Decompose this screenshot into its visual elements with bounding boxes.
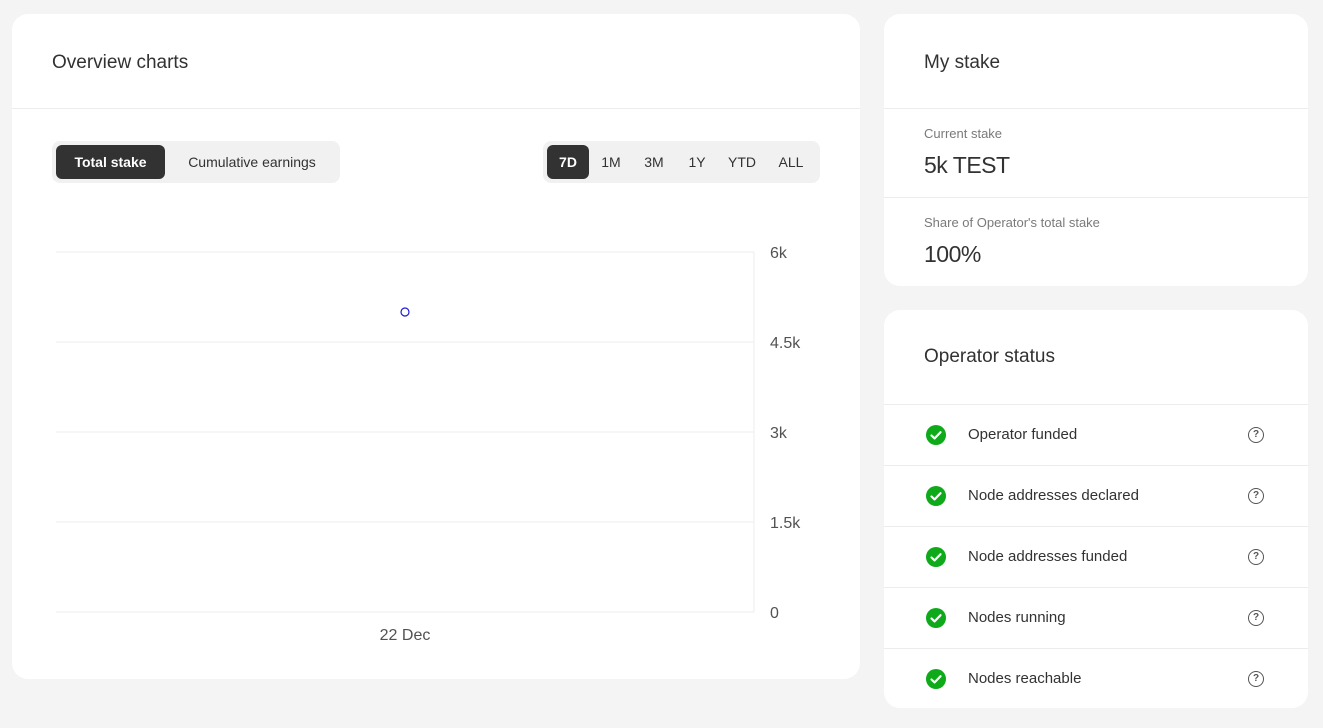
status-row: Node addresses funded ?	[884, 527, 1308, 588]
question-circle-icon[interactable]: ?	[1248, 427, 1264, 443]
status-label: Node addresses declared	[968, 487, 1139, 504]
data-point[interactable]	[400, 307, 410, 317]
y-tick-label: 4.5k	[770, 335, 801, 352]
total-stake-chart: 6k 4.5k 3k 1.5k 0 22 Dec	[56, 245, 801, 644]
check-circle-icon	[926, 547, 946, 567]
status-label: Node addresses funded	[968, 548, 1128, 565]
share-value: 100%	[924, 241, 981, 267]
y-tick-label: 3k	[770, 425, 788, 442]
check-circle-icon	[926, 425, 946, 445]
share-label: Share of Operator's total stake	[924, 215, 1100, 230]
current-stake-value: 5k TEST	[924, 152, 1010, 178]
y-tick-label: 6k	[770, 245, 788, 262]
divider	[884, 108, 1308, 109]
question-circle-icon[interactable]: ?	[1248, 549, 1264, 565]
status-row: Nodes running ?	[884, 588, 1308, 649]
x-tick-label: 22 Dec	[380, 627, 431, 644]
check-circle-icon	[926, 486, 946, 506]
my-stake-title: My stake	[924, 52, 1001, 73]
status-row: Nodes reachable ?	[884, 649, 1308, 710]
overview-charts-card: Overview charts Total stake Cumulative e…	[12, 14, 860, 679]
question-circle-icon[interactable]: ?	[1248, 488, 1264, 504]
y-tick-label: 0	[770, 605, 779, 622]
operator-status-title: Operator status	[924, 346, 1055, 367]
status-row: Operator funded ?	[884, 405, 1308, 466]
question-circle-icon[interactable]: ?	[1248, 671, 1264, 687]
status-label: Nodes reachable	[968, 670, 1082, 687]
status-row: Node addresses declared ?	[884, 466, 1308, 527]
divider	[884, 197, 1308, 198]
operator-status-card: Operator status Operator funded ? Node a…	[884, 310, 1308, 708]
status-label: Nodes running	[968, 609, 1066, 626]
y-tick-label: 1.5k	[770, 515, 801, 532]
check-circle-icon	[926, 608, 946, 628]
current-stake-label: Current stake	[924, 126, 1003, 141]
status-label: Operator funded	[968, 426, 1078, 443]
my-stake-card: My stake Current stake 5k TEST Share of …	[884, 14, 1308, 286]
question-circle-icon[interactable]: ?	[1248, 610, 1264, 626]
check-circle-icon	[926, 669, 946, 689]
